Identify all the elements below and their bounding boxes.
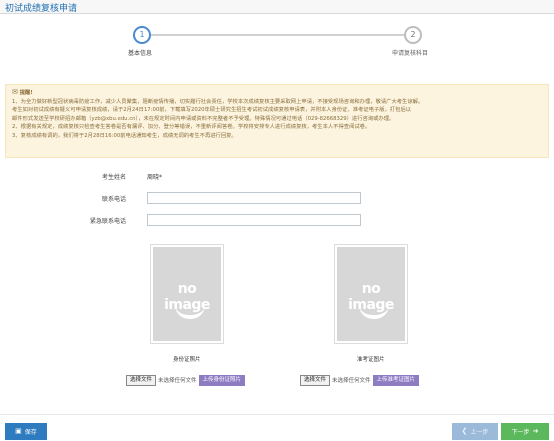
arrow-right-icon: ➜ xyxy=(532,427,539,435)
step-connector xyxy=(151,34,407,36)
admission-file-row: 选择文件 未选择任何文件 上传准考证图片 xyxy=(300,374,420,386)
step-2-label: 申请复核科目 xyxy=(392,50,429,57)
prev-step-button[interactable]: ❮ 上一步 xyxy=(452,423,498,440)
next-label: 下一步 xyxy=(511,429,530,436)
no-file-text: 未选择任何文件 xyxy=(332,378,371,384)
smile-icon xyxy=(359,305,389,319)
admission-ticket-caption: 准考证图片 xyxy=(357,357,385,363)
phone-label: 联系电话 xyxy=(101,196,126,203)
floppy-icon: ▣ xyxy=(15,427,22,435)
notice-box: ✉ 提醒! 1、为全力做好新型冠状病毒防疫工作，减少人员聚集，阻断疫情传播，切实… xyxy=(5,84,549,158)
save-label: 保存 xyxy=(24,429,37,436)
choose-file-button[interactable]: 选择文件 xyxy=(126,374,157,386)
photo-placeholder: no image xyxy=(153,247,221,341)
emergency-phone-label: 紧急联系电话 xyxy=(89,218,126,225)
step-indicator: 1 2 基本信息 申请复核科目 xyxy=(0,24,554,64)
emergency-phone-input[interactable] xyxy=(147,214,361,226)
step-1-label: 基本信息 xyxy=(128,50,153,57)
bell-icon: ✉ xyxy=(12,88,18,96)
notice-line: 3、复核成绩有调的，我们将于2月28日16:00前电话通知考生，成绩无调的考生不… xyxy=(12,132,237,139)
admission-ticket-photo: no image xyxy=(334,244,408,344)
notice-line: 2、根据有关规定，成绩复核只检查考生答卷是否有漏评、加分、登分等错误，不重新评阅… xyxy=(12,124,371,130)
name-label: 考生姓名 xyxy=(101,174,126,181)
id-card-caption: 身份证照片 xyxy=(173,357,201,363)
phone-input[interactable] xyxy=(147,192,361,204)
footer-divider xyxy=(0,414,554,415)
prev-label: 上一步 xyxy=(470,429,489,436)
notice-line: 考生如对初试成绩有疑义可申请复核成绩，请于2月24日17:00前，下载填写202… xyxy=(12,107,412,113)
save-button[interactable]: ▣ 保存 xyxy=(5,423,47,440)
step-2-circle: 2 xyxy=(404,26,422,44)
photo-placeholder: no image xyxy=(337,247,405,341)
next-step-button[interactable]: 下一步 ➜ xyxy=(501,423,549,440)
title-bar: 初试成绩复核申请 xyxy=(0,0,554,14)
smile-icon xyxy=(175,305,205,319)
notice-line: 邮件形式发送至学校研招办邮箱（yzb@xbu.edu.cn），未在规定时间内申请… xyxy=(12,115,395,122)
step-1-circle: 1 xyxy=(133,26,151,44)
choose-file-button[interactable]: 选择文件 xyxy=(300,374,331,386)
notice-heading-text: 提醒! xyxy=(19,90,33,96)
notice-heading: ✉ 提醒! xyxy=(12,89,542,98)
page-title: 初试成绩复核申请 xyxy=(5,4,78,14)
notice-line: 1、为全力做好新型冠状病毒防疫工作，减少人员聚集，阻断疫情传播，切实履行社会责任… xyxy=(12,98,424,105)
upload-admission-button[interactable]: 上传准考证图片 xyxy=(372,374,420,386)
id-card-photo: no image xyxy=(150,244,224,344)
arrow-left-icon: ❮ xyxy=(461,427,468,435)
name-value: 周晓* xyxy=(147,174,163,181)
id-card-file-row: 选择文件 未选择任何文件 上传身份证照片 xyxy=(126,374,246,386)
upload-id-card-button[interactable]: 上传身份证照片 xyxy=(198,374,246,386)
no-file-text: 未选择任何文件 xyxy=(158,378,197,384)
